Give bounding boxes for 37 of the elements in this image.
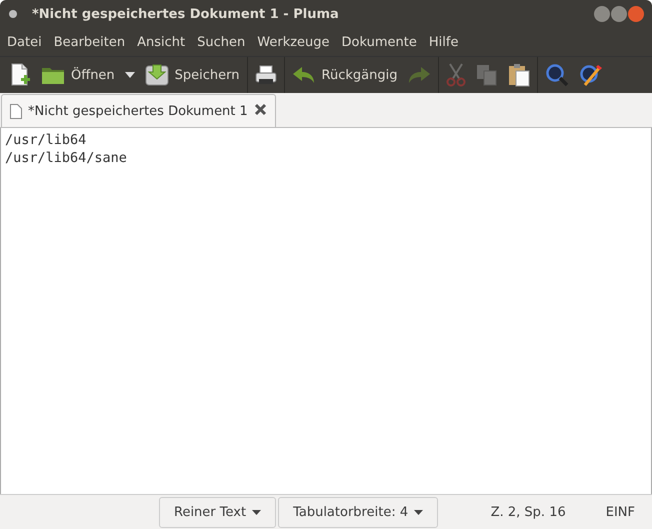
menu-item[interactable]: Werkzeuge <box>251 34 336 50</box>
caret-icon <box>252 510 262 514</box>
language-dropdown[interactable]: Reiner Text <box>159 496 276 528</box>
toolbar-button[interactable]: Öffnen <box>36 61 120 89</box>
document-icon <box>10 104 22 118</box>
minimize-button[interactable] <box>594 6 610 22</box>
scissors-icon <box>446 63 466 87</box>
cursor-position: Z. 2, Sp. 16 <box>490 504 566 520</box>
undo-arrow-icon <box>292 65 316 85</box>
folder-icon <box>41 65 65 85</box>
app-icon <box>8 9 18 19</box>
caret-icon <box>414 510 424 514</box>
caret-icon <box>124 72 135 78</box>
window-title: *Nicht gespeichertes Dokument 1 - Pluma <box>32 6 339 22</box>
menu-item[interactable]: Dokumente <box>336 34 423 50</box>
redo-arrow-icon <box>407 65 432 85</box>
search-replace-icon <box>579 63 604 87</box>
new-file-icon <box>9 63 31 87</box>
text-editor[interactable]: /usr/lib64 /usr/lib64/sane <box>0 128 652 494</box>
menu-item[interactable]: Hilfe <box>422 34 464 50</box>
toolbar-button[interactable]: Rückgängig <box>286 61 402 89</box>
menu-item[interactable]: Ansicht <box>131 34 192 50</box>
copy-icon <box>476 64 498 86</box>
maximize-button[interactable] <box>611 6 627 22</box>
text-line: /usr/lib64 <box>5 131 86 149</box>
document-tab[interactable]: *Nicht gespeichertes Dokument 1 <box>1 94 276 127</box>
menu-item[interactable]: Datei <box>1 34 48 50</box>
close-button[interactable] <box>628 6 644 22</box>
search-icon <box>545 63 570 87</box>
insert-mode: EINF <box>606 504 635 520</box>
text-line: /usr/lib64/sane <box>5 149 127 167</box>
paste-clipboard-icon <box>508 63 530 87</box>
menu-item[interactable]: Suchen <box>191 34 252 50</box>
tab-width-dropdown[interactable]: Tabulatorbreite: 4 <box>278 496 438 528</box>
menu-item[interactable]: Bearbeiten <box>48 34 132 50</box>
printer-icon <box>254 64 277 86</box>
toolbar-button[interactable]: Speichern <box>140 59 245 91</box>
